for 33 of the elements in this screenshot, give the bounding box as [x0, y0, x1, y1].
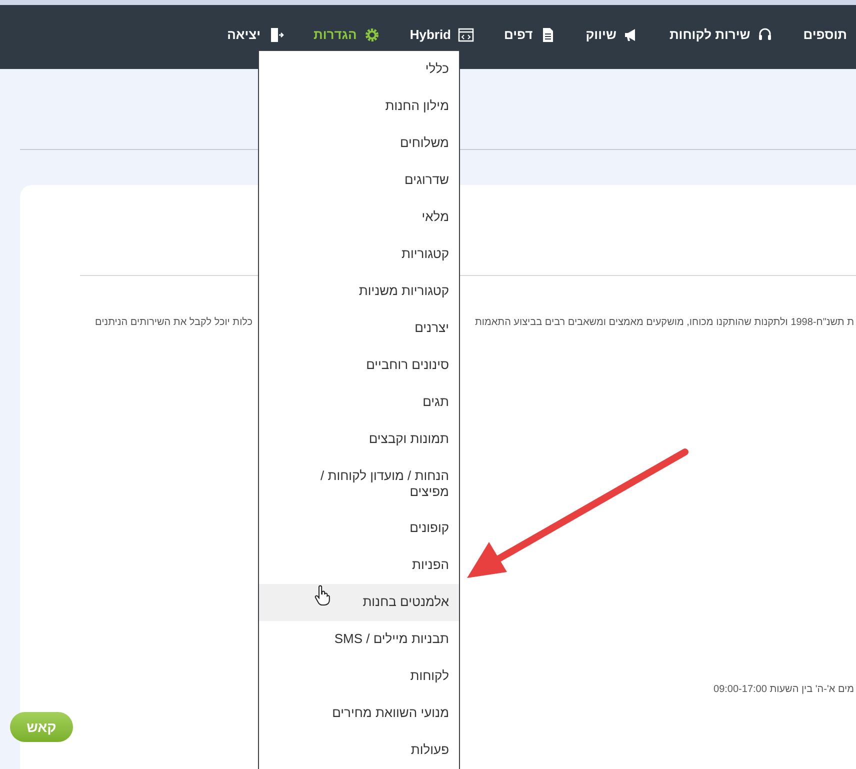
nav-link[interactable]: שיווק — [586, 26, 640, 42]
menu-item[interactable]: מנועי השוואת מחירים — [259, 695, 459, 732]
menu-item[interactable]: כללי — [259, 51, 459, 88]
menu-item[interactable]: מילון החנות — [259, 88, 459, 125]
hand-cursor-icon — [314, 585, 330, 607]
body-text: ת תשנ"ח-1998 ולתקנות שהותקנו מכוחו, מושקעים מאמצים ומשאבים רבים בביצוע התאמות — [475, 316, 854, 329]
body-text: כלות יוכל לקבל את השירותים הניתנים — [95, 316, 253, 329]
nav-link[interactable]: דפים — [504, 26, 556, 42]
menu-item[interactable]: תבניות מיילים / SMS — [259, 621, 459, 658]
nav-link[interactable]: Hybrid — [410, 26, 474, 42]
nav-link[interactable]: יציאה — [227, 26, 284, 42]
menu-item[interactable]: לקוחות — [259, 658, 459, 695]
menu-item[interactable]: מלאי — [259, 199, 459, 236]
menu-item[interactable]: אלמנטים בחנות — [259, 584, 459, 621]
menu-item[interactable]: סינונים רוחביים — [259, 347, 459, 384]
menu-item[interactable]: תמונות וקבצים — [259, 421, 459, 458]
menu-item[interactable]: קופונים — [259, 510, 459, 547]
menu-item[interactable]: פעולות — [259, 732, 459, 769]
nav-link[interactable]: שירות לקוחות — [669, 26, 774, 42]
menu-item[interactable]: הנחות / מועדון לקוחות / מפיצים — [259, 458, 459, 510]
menu-item[interactable]: קטגוריות — [259, 236, 459, 273]
menu-item[interactable]: קטגוריות משניות — [259, 273, 459, 310]
headset-icon — [757, 26, 774, 42]
menu-item[interactable]: שדרוגים — [259, 162, 459, 199]
nav-link[interactable]: הגדרות — [314, 26, 380, 42]
nav-link[interactable]: תוספים — [803, 26, 856, 42]
menu-item[interactable]: הפניות — [259, 547, 459, 584]
hours-text: מים א'-ה' בין השעות 09:00-17:00 — [714, 684, 854, 695]
menu-item[interactable]: יצרנים — [259, 310, 459, 347]
settings-icon — [364, 26, 380, 42]
menu-item[interactable]: משלוחים — [259, 125, 459, 162]
code-window-icon — [458, 26, 474, 42]
menu-item[interactable]: תגים — [259, 384, 459, 421]
